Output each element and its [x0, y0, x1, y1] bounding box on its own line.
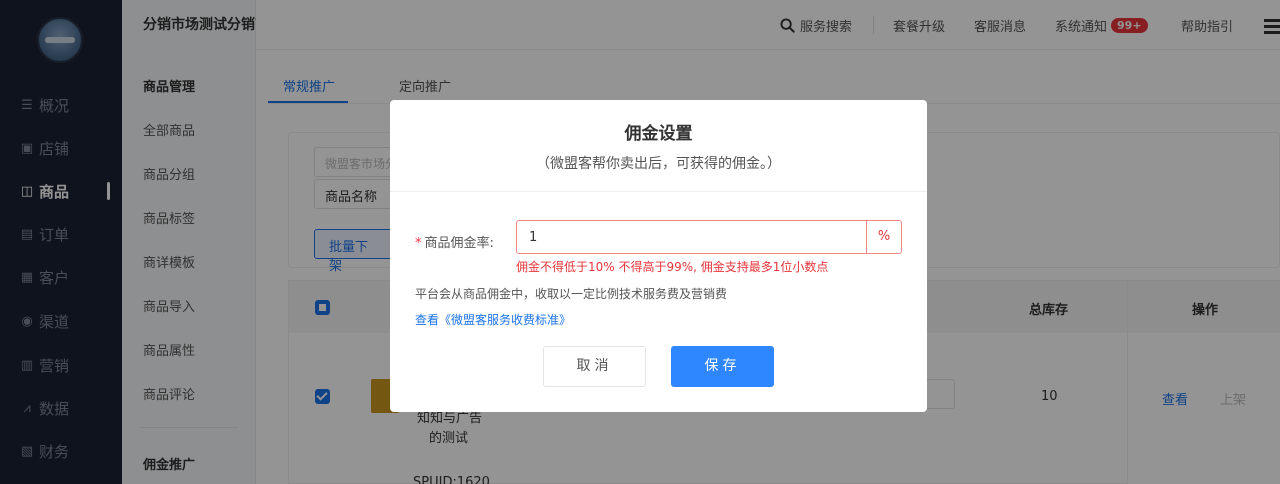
commission-rate-label: * 商品佣金率: [415, 232, 494, 251]
required-mark: * [415, 236, 422, 251]
fee-standard-link[interactable]: 查看《微盟客服务收费标准》 [415, 311, 571, 328]
dialog-subtitle: （微盟客帮你卖出后，可获得的佣金。） [536, 156, 781, 172]
cancel-button[interactable]: 取消 [543, 346, 646, 387]
commission-error-message: 佣金不得低于10% 不得高于99%, 佣金支持最多1位小数点 [516, 260, 829, 274]
percent-unit: % [866, 220, 902, 254]
commission-dialog: 佣金设置 （微盟客帮你卖出后，可获得的佣金。） *商品佣金率: % 佣金不得低于… [390, 100, 927, 412]
commission-rate-label-text: 商品佣金率: [424, 236, 494, 251]
dialog-title: 佣金设置 [624, 124, 693, 144]
dialog-divider [390, 191, 927, 192]
save-button[interactable]: 保存 [671, 346, 774, 387]
service-fee-note: 平台会从商品佣金中，收取以一定比例技术服务费及营销费 [415, 287, 728, 301]
commission-rate-input[interactable] [516, 220, 867, 254]
